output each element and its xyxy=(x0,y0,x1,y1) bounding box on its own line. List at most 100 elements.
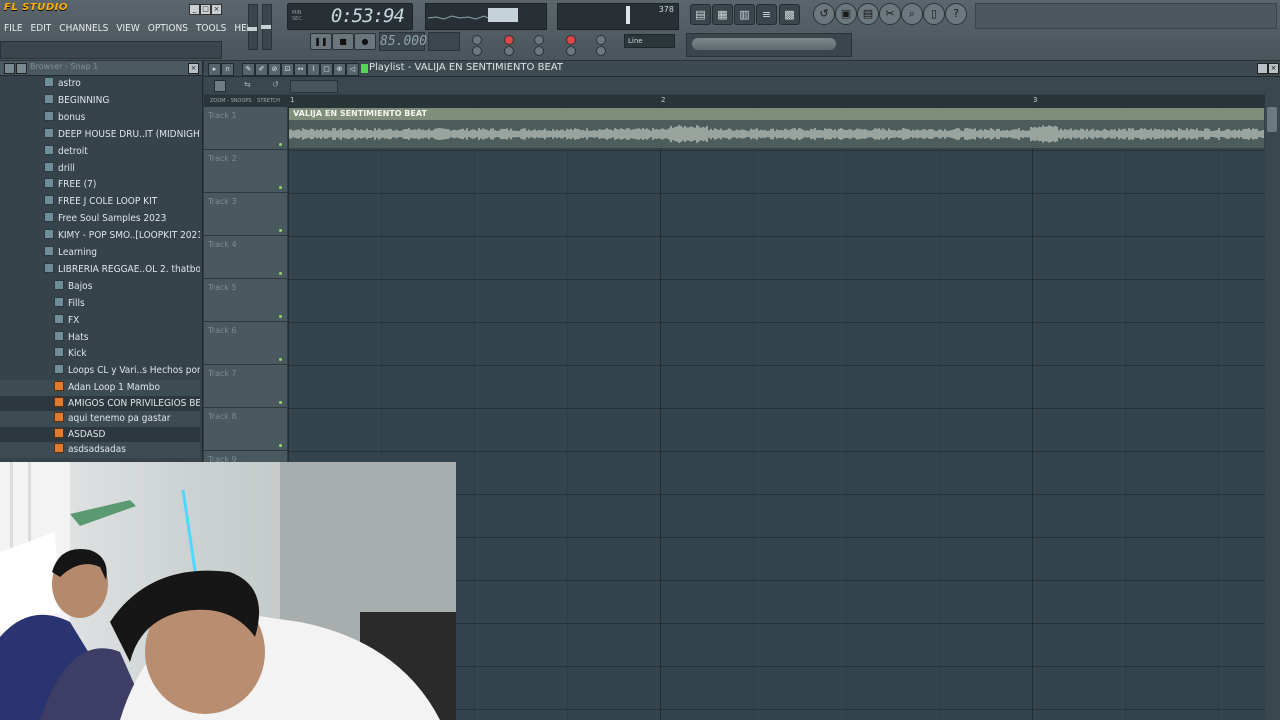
track-header[interactable]: Track 3 xyxy=(204,193,287,236)
loop-icon[interactable]: ↺ xyxy=(272,80,279,89)
browser-back-icon[interactable] xyxy=(16,63,27,74)
overdub-toggle[interactable] xyxy=(596,46,606,56)
track-header[interactable]: Track 4 xyxy=(204,236,287,279)
metronome-toggle[interactable] xyxy=(534,35,544,45)
browser-folder-item[interactable]: LIBRERIA REGGAE..OL 2. thatboyr xyxy=(0,262,200,279)
track-header[interactable]: Track 1 xyxy=(204,107,287,150)
slice-tool-icon[interactable]: ⌇ xyxy=(307,63,320,76)
close-button[interactable]: × xyxy=(211,4,222,15)
browser-folder-item[interactable]: Fills xyxy=(0,296,200,313)
record-loop-toggle[interactable] xyxy=(566,35,576,45)
mute-tool-icon[interactable]: ⊡ xyxy=(281,63,294,76)
stop-button[interactable]: ■ xyxy=(332,33,354,50)
arrow-tool-icon[interactable]: ⇆ xyxy=(244,80,251,89)
pattern-picker-icon[interactable] xyxy=(214,80,226,92)
browser-folder-item[interactable]: Kick xyxy=(0,346,200,363)
browser-folder-item[interactable]: Free Soul Samples 2023 xyxy=(0,211,200,228)
playlist-window-icon[interactable]: ▤ xyxy=(690,4,711,25)
browser-menu-icon[interactable] xyxy=(4,63,15,74)
undo-icon[interactable]: ↺ xyxy=(813,3,835,25)
paint-tool-icon[interactable]: ✐ xyxy=(255,63,268,76)
master-volume-slider[interactable] xyxy=(247,4,258,50)
menu-view[interactable]: VIEW xyxy=(112,21,143,37)
project-info-icon[interactable]: ▯ xyxy=(923,3,945,25)
browser-folder-item[interactable]: FREE J COLE LOOP KIT xyxy=(0,194,200,211)
track-header[interactable]: Track 8 xyxy=(204,408,287,451)
audio-clip[interactable]: VALIJA EN SENTIMIENTO BEAT xyxy=(289,108,1264,148)
wait-for-input-toggle[interactable] xyxy=(534,46,544,56)
song-position-display[interactable]: MIN SEC 0:53:94 xyxy=(287,3,413,30)
browser-folder-item[interactable]: KIMY - POP SMO..[LOOPKIT 2021] xyxy=(0,228,200,245)
record-button[interactable]: ● xyxy=(354,33,376,50)
playlist-maximize-icon[interactable] xyxy=(1257,63,1268,74)
track-header[interactable]: Track 5 xyxy=(204,279,287,322)
browser-file-item[interactable]: ASDASD xyxy=(0,426,200,443)
pause-button[interactable]: ❚❚ xyxy=(310,33,332,50)
browser-folder-item[interactable]: FX xyxy=(0,313,200,330)
menu-tools[interactable]: TOOLS xyxy=(192,21,230,37)
vertical-scrollbar[interactable] xyxy=(1265,77,1280,720)
menu-channels[interactable]: CHANNELS xyxy=(55,21,112,37)
cut-icon[interactable]: ✂ xyxy=(879,3,901,25)
playback-tool-icon[interactable]: ◁ xyxy=(346,63,359,76)
snap-magnet-icon[interactable]: ∩ xyxy=(221,63,234,76)
playlist-close-icon[interactable]: × xyxy=(1268,63,1279,74)
browser-file-item[interactable]: aqui tenemo pa gastar xyxy=(0,411,200,427)
browser-folder-item[interactable]: Learning xyxy=(0,245,200,262)
typing-keyboard-toggle[interactable] xyxy=(472,35,482,45)
blend-notes-toggle[interactable] xyxy=(504,46,514,56)
select-tool-icon[interactable]: ▢ xyxy=(320,63,333,76)
playlist-menu-icon[interactable]: ▸ xyxy=(208,63,221,76)
stretch-label[interactable]: STRETCH xyxy=(257,98,280,104)
zoom-label[interactable]: ZOOM - SNOOPS xyxy=(210,98,252,104)
tempo-display[interactable]: 85.000 xyxy=(379,32,427,51)
zoom-tool-icon[interactable]: ⊕ xyxy=(333,63,346,76)
delete-tool-icon[interactable]: ⊘ xyxy=(268,63,281,76)
zoom-icon[interactable]: ⌕ xyxy=(901,3,923,25)
master-pitch-slider[interactable] xyxy=(261,4,272,50)
scroll-toggle[interactable] xyxy=(596,35,606,45)
browser-file-item[interactable]: Adan Loop 1 Mambo xyxy=(0,380,200,396)
browser-folder-item[interactable]: detroit xyxy=(0,144,200,161)
save-icon[interactable]: ▣ xyxy=(835,3,857,25)
track-header[interactable]: Track 2 xyxy=(204,150,287,193)
mixer-window-icon[interactable]: ▩ xyxy=(779,4,800,25)
help-icon[interactable]: ? xyxy=(945,3,967,25)
browser-folder-item[interactable]: FREE (7) xyxy=(0,177,200,194)
timeline-ruler[interactable]: 1 2 3 xyxy=(288,95,1265,107)
countdown-toggle[interactable] xyxy=(504,35,514,45)
close-icon[interactable]: × xyxy=(188,63,199,74)
scrollbar-thumb[interactable] xyxy=(1267,107,1277,132)
browser-folder-item[interactable]: BEGINNING xyxy=(0,93,200,110)
maximize-button[interactable]: □ xyxy=(200,4,211,15)
oscilloscope-display xyxy=(425,3,547,30)
browser-file-item[interactable]: AMIGOS CON PRIVILEGIOS BEAT xyxy=(0,395,200,412)
browser-folder-item[interactable]: astro xyxy=(0,76,200,93)
slip-tool-icon[interactable]: ↔ xyxy=(294,63,307,76)
browser-folder-item[interactable]: bonus xyxy=(0,110,200,127)
render-icon[interactable]: ▤ xyxy=(857,3,879,25)
menu-options[interactable]: OPTIONS xyxy=(144,21,192,37)
browser-folder-item[interactable]: DEEP HOUSE DRU..IT (MIDNIGHT) xyxy=(0,127,200,144)
step-edit-toggle[interactable] xyxy=(472,46,482,56)
minimize-button[interactable]: _ xyxy=(189,4,200,15)
search-field[interactable] xyxy=(692,38,836,50)
browser-folder-item[interactable]: drill xyxy=(0,161,200,178)
browser-folder-item[interactable]: Loops CL y Vari..s Hechos por R xyxy=(0,363,200,380)
step-sequencer-icon[interactable]: ▦ xyxy=(712,4,733,25)
pencil-tool-icon[interactable]: ✎ xyxy=(242,63,255,76)
horizontal-scroll[interactable] xyxy=(290,80,338,93)
folder-icon xyxy=(44,229,54,240)
track-header[interactable]: Track 7 xyxy=(204,365,287,408)
pattern-selector[interactable] xyxy=(428,32,460,51)
browser-file-item[interactable]: asdsadsadas xyxy=(0,442,200,458)
menu-edit[interactable]: EDIT xyxy=(27,21,56,37)
browser-folder-item[interactable]: Bajos xyxy=(0,279,200,296)
piano-roll-icon[interactable]: ▥ xyxy=(734,4,755,25)
browser-folder-item[interactable]: Hats xyxy=(0,330,200,347)
menu-file[interactable]: FILE xyxy=(0,21,27,37)
browser-window-icon[interactable]: ≡ xyxy=(756,4,777,25)
snap-selector[interactable]: Line xyxy=(624,34,675,48)
track-header[interactable]: Track 6 xyxy=(204,322,287,365)
multilink-toggle[interactable] xyxy=(566,46,576,56)
